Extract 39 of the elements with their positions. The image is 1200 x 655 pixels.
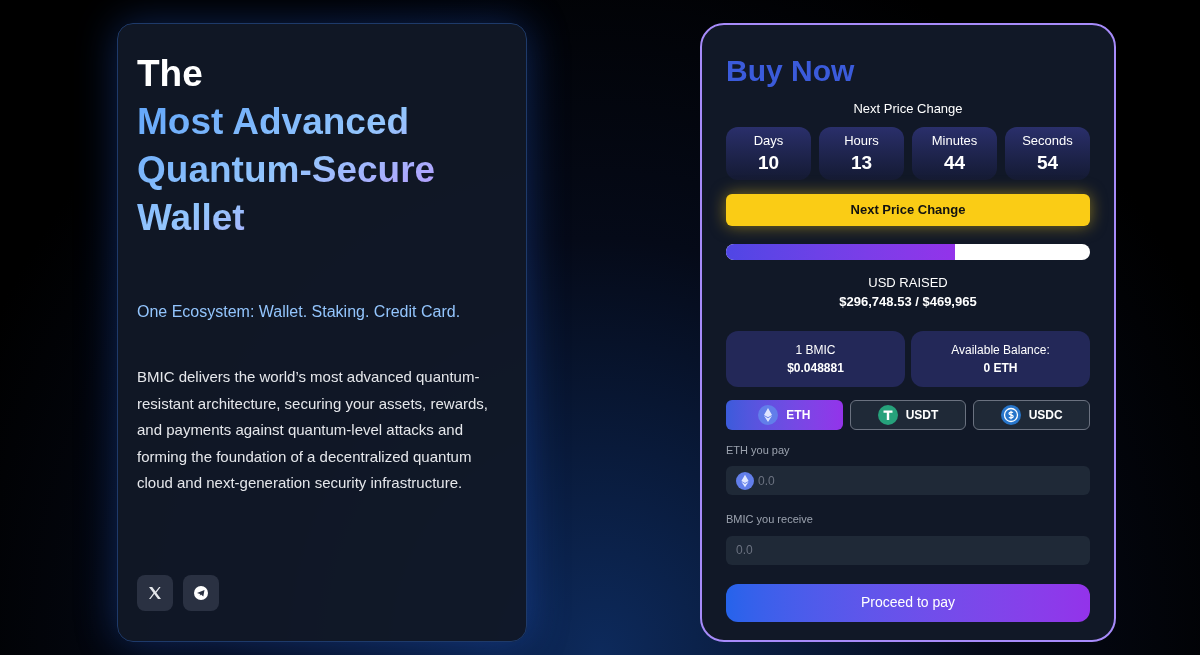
countdown-value: 10 [757,150,780,175]
field-label: BMIC you receive [726,512,814,527]
countdown-unit: Hours [844,132,879,151]
countdown-unit: Seconds [1022,132,1073,151]
headline-text: Most Advanced [137,100,411,144]
dollar-coin-icon [1000,404,1021,425]
raised-amount: $296,748.53 / $469,965 [839,293,977,311]
x-logo-icon [148,586,162,600]
amount-input-field[interactable]: 0.0 [726,535,1090,565]
countdown-label: Next Price Change [853,100,963,118]
amount-input-field[interactable]: 0.0 [726,466,1090,495]
x-link-button[interactable] [137,575,173,611]
headline-text: Wallet [137,196,246,240]
description-text: BMIC delivers the world’s most advanced quantum-resistant architecture, securing your assets, rewards, and payments against quantum-level attacks and forming the foundation of a decentralized quantum cloud and next-generation security infrastructure. [137,367,489,493]
token-tab[interactable]: ETH [726,399,843,430]
token-tab[interactable]: USDT [849,399,967,430]
stat-value: 0 ETH [983,359,1018,377]
stat-value: $0.048881 [787,359,844,377]
token-tab[interactable]: USDC [973,399,1090,430]
ethereum-icon [736,471,754,490]
field-label: ETH you pay [726,442,791,458]
countdown-unit: Minutes [931,132,978,151]
ethereum-icon [758,404,779,425]
countdown-value: 54 [1036,150,1059,175]
countdown-value: 44 [943,150,966,175]
tagline-text: One Ecosystem: Wallet. Staking. Credit Card. [137,302,462,322]
raised-label: USD RAISED [868,273,948,292]
headline-text: Quantum-Secure [137,148,436,192]
paper-plane-icon [194,586,208,600]
stat-label: Available Balance: [951,341,1050,359]
countdown-value: 13 [850,150,873,175]
countdown-unit: Days [753,132,784,151]
tether-icon [877,404,898,425]
next-price-change-button[interactable]: Next Price Change [726,193,1090,226]
buy-title: Buy Now [726,53,856,89]
telegram-link-button[interactable] [183,575,219,611]
headline-text: The [137,52,204,96]
stat-label: 1 BMIC [795,341,836,359]
proceed-button[interactable]: Proceed to pay [726,583,1090,622]
